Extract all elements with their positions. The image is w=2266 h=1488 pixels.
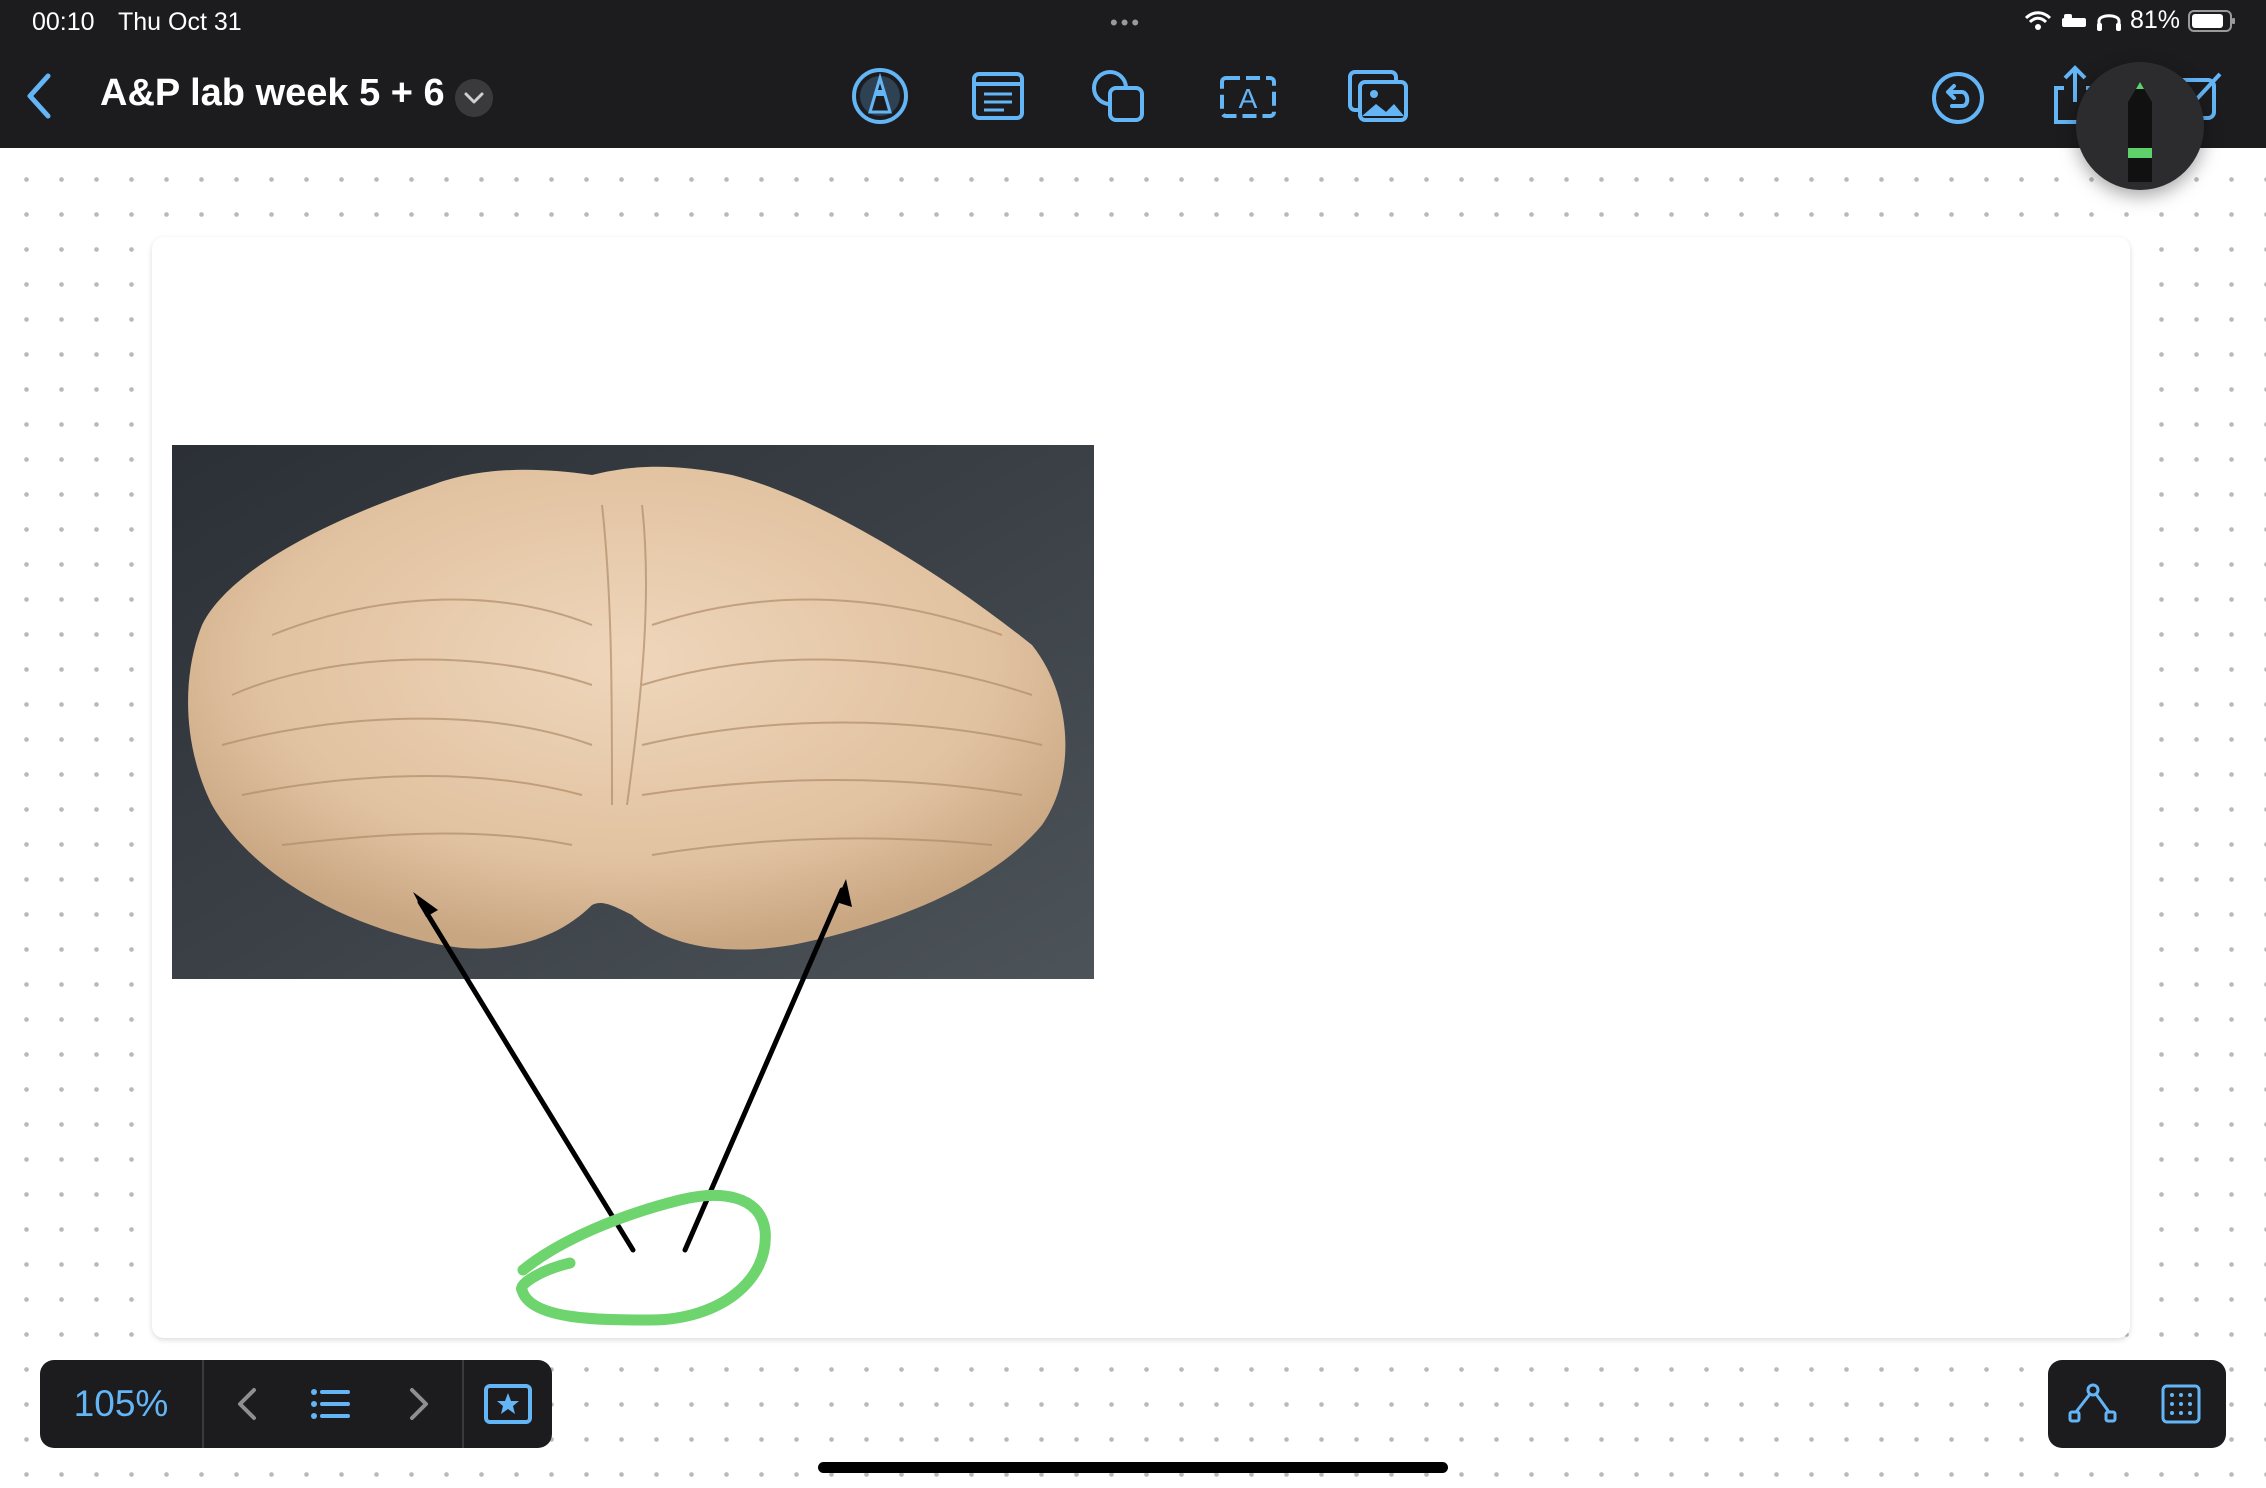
canvas-tools-bar — [2048, 1360, 2226, 1448]
wifi-icon — [2024, 10, 2052, 30]
note-icon[interactable] — [966, 64, 1030, 128]
status-icons: 81% — [2024, 6, 2236, 35]
zoom-level[interactable]: 105% — [40, 1360, 202, 1448]
list-icon[interactable] — [286, 1360, 374, 1448]
zoom-navigation-bar: 105% — [40, 1360, 552, 1448]
image-icon[interactable] — [1346, 64, 1410, 128]
status-date: Thu Oct 31 — [118, 8, 242, 36]
pencil-icon — [2128, 82, 2152, 182]
chevron-left-icon[interactable] — [204, 1360, 292, 1448]
home-indicator[interactable] — [818, 1462, 1448, 1473]
cerebellum-photo[interactable] — [172, 445, 1094, 979]
lasso-shapes-icon[interactable] — [2048, 1360, 2137, 1448]
svg-text:A: A — [1239, 83, 1258, 114]
multitasking-dots-icon[interactable]: ••• — [1110, 10, 1142, 36]
pen-circle-icon[interactable] — [848, 64, 912, 128]
chevron-left-icon[interactable] — [20, 70, 60, 122]
chevron-right-icon[interactable] — [374, 1360, 462, 1448]
battery-icon — [2188, 9, 2235, 32]
status-time: 00:10 — [32, 8, 95, 36]
grid-icon[interactable] — [2137, 1360, 2226, 1448]
floating-pen-button[interactable] — [2076, 62, 2204, 190]
undo-icon[interactable] — [1930, 70, 1986, 126]
star-frame-icon[interactable] — [464, 1360, 552, 1448]
top-bar: 00:10 Thu Oct 31 ••• 81% A&P lab week 5 … — [0, 0, 2266, 148]
document-title[interactable]: A&P lab week 5 + 6 — [100, 72, 445, 115]
battery-percent: 81% — [2129, 6, 2180, 34]
headphones-icon — [2096, 13, 2121, 31]
text-box-icon[interactable]: A — [1216, 64, 1280, 128]
shapes-icon[interactable] — [1086, 64, 1150, 128]
chevron-down-icon[interactable] — [455, 79, 493, 117]
sleep-icon — [2061, 13, 2086, 27]
